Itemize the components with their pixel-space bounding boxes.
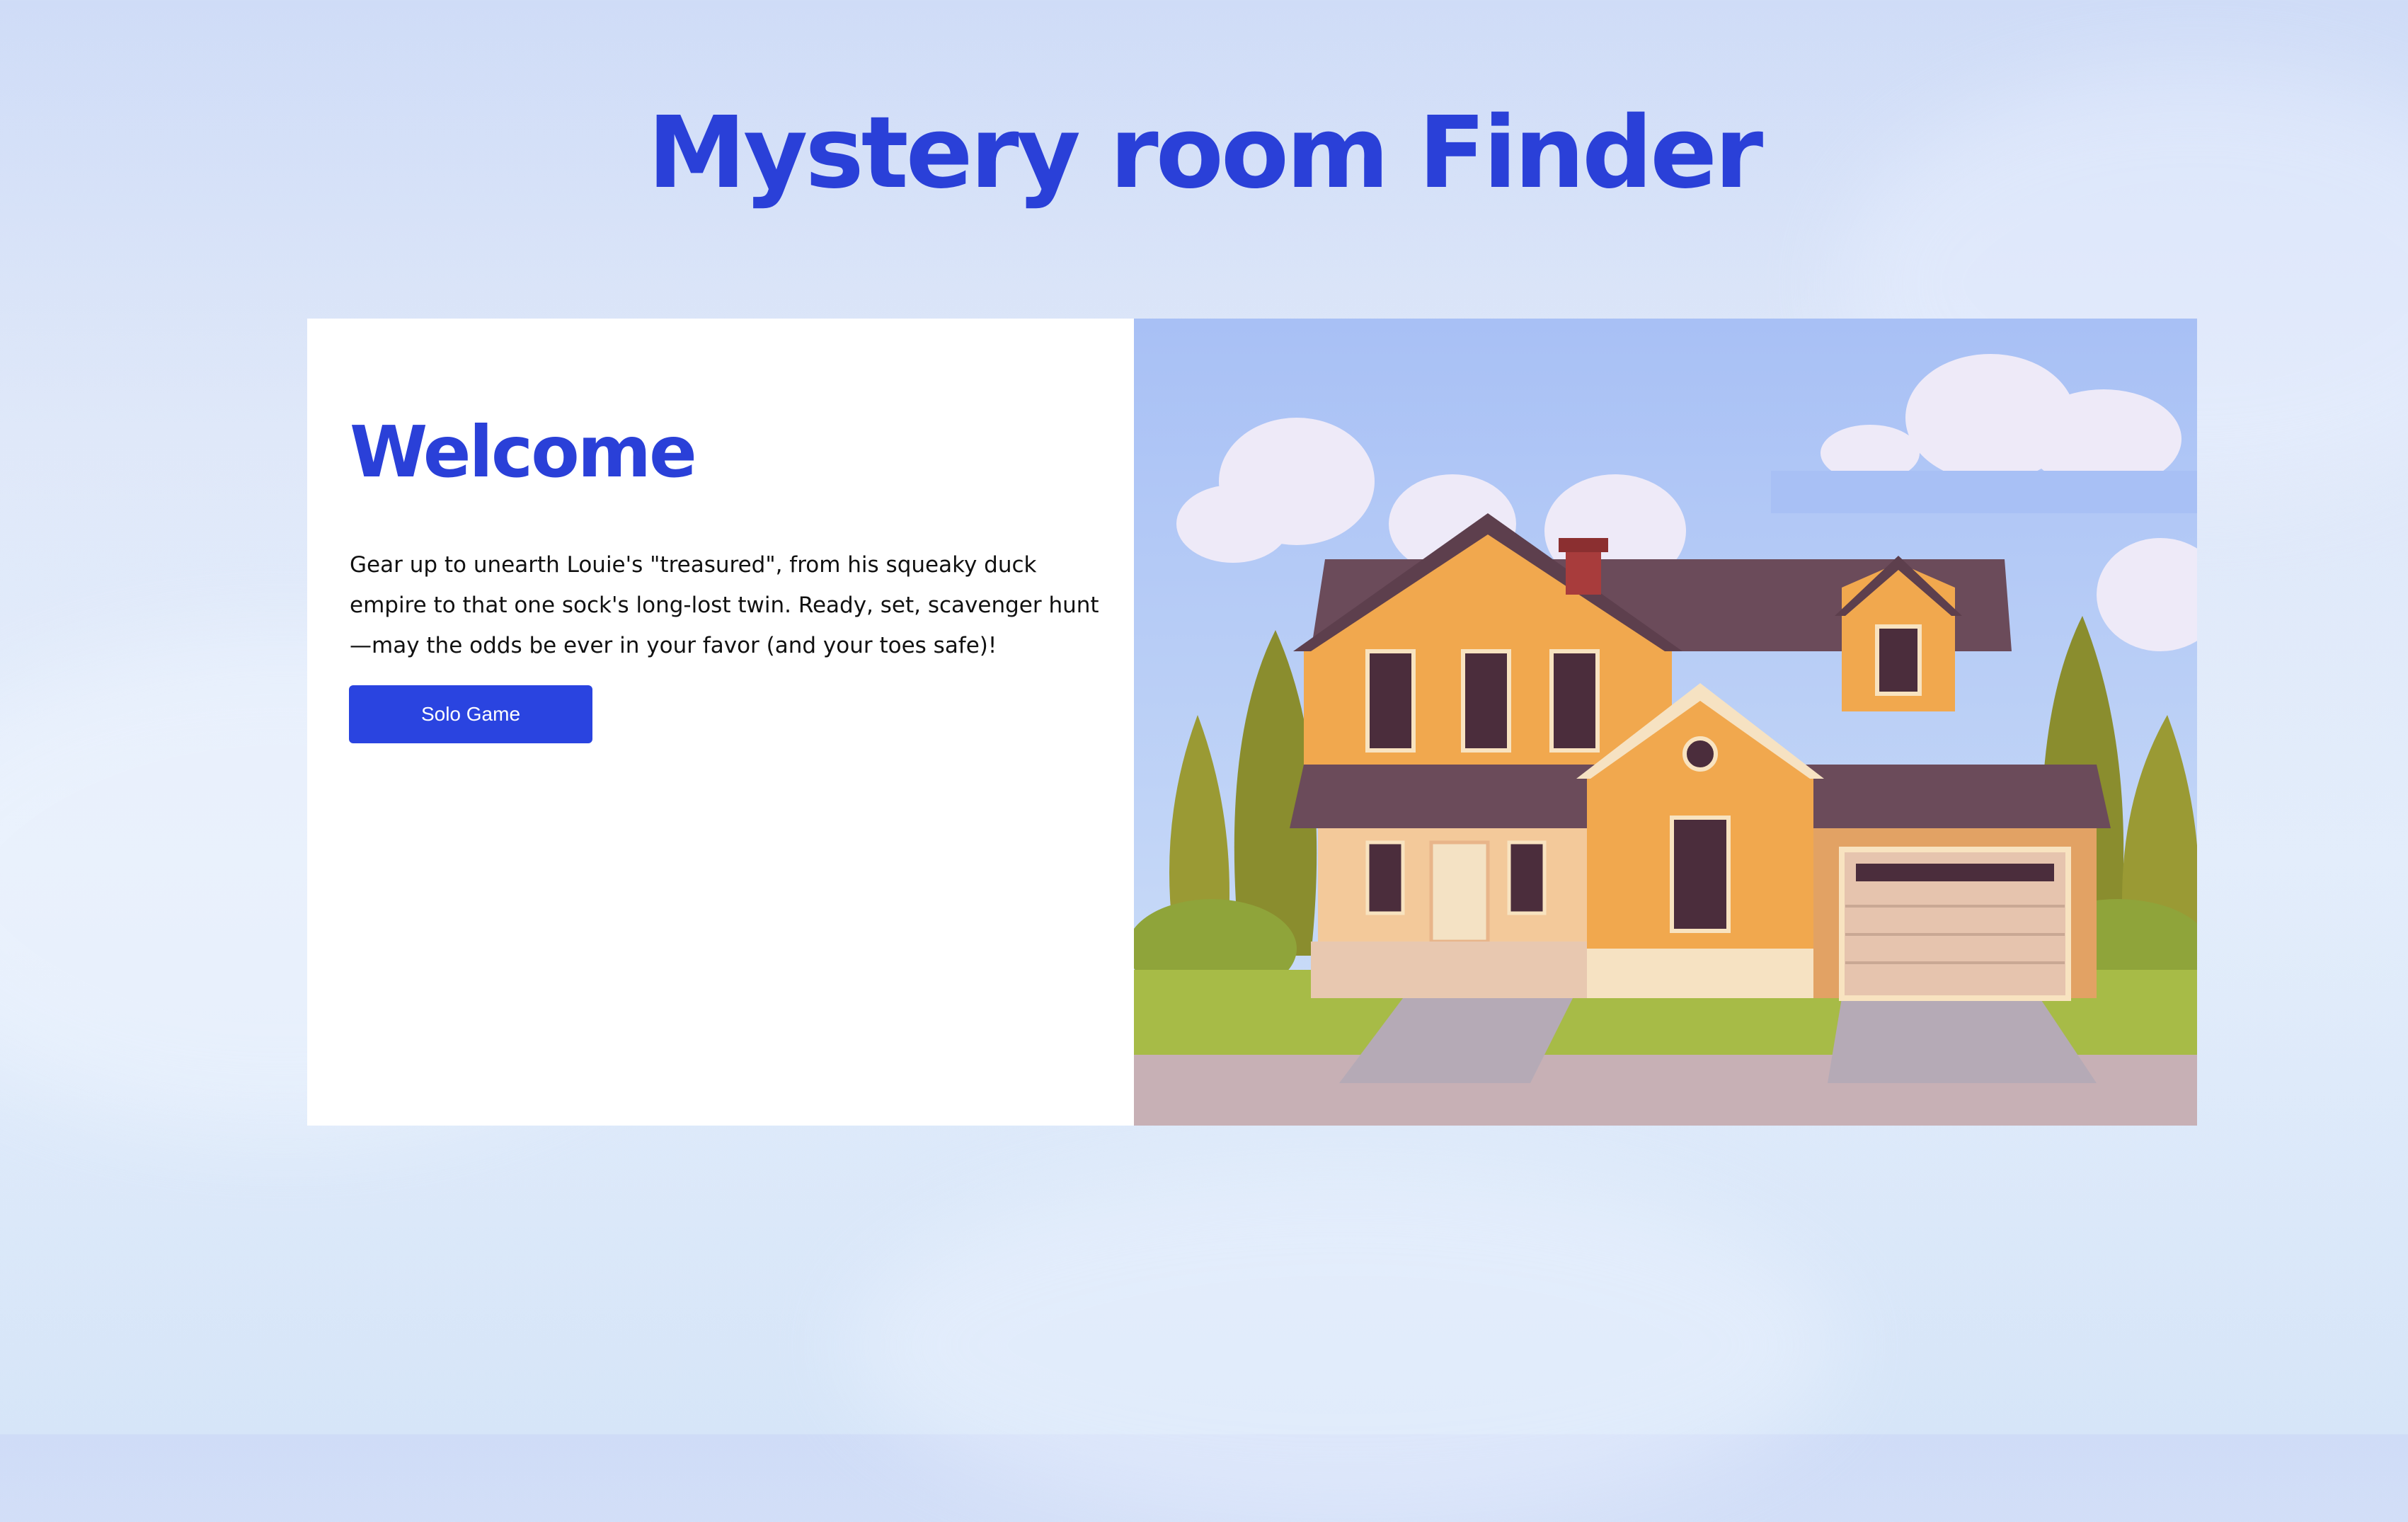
sky-band <box>1771 471 2197 513</box>
house-illustration <box>1134 319 2197 1126</box>
house-illustration-svg <box>1134 319 2197 1126</box>
background-cloud <box>849 1168 1840 1522</box>
solo-game-button[interactable]: Solo Game <box>349 685 592 743</box>
page-title: Mystery room Finder <box>647 96 1763 211</box>
welcome-heading: Welcome <box>350 411 697 493</box>
welcome-description: Gear up to unearth Louie's "treasured", … <box>350 552 1099 658</box>
welcome-card: Welcome Gear up to unearth Louie's "trea… <box>307 319 2197 1126</box>
welcome-panel: Welcome Gear up to unearth Louie's "trea… <box>307 319 1134 1126</box>
